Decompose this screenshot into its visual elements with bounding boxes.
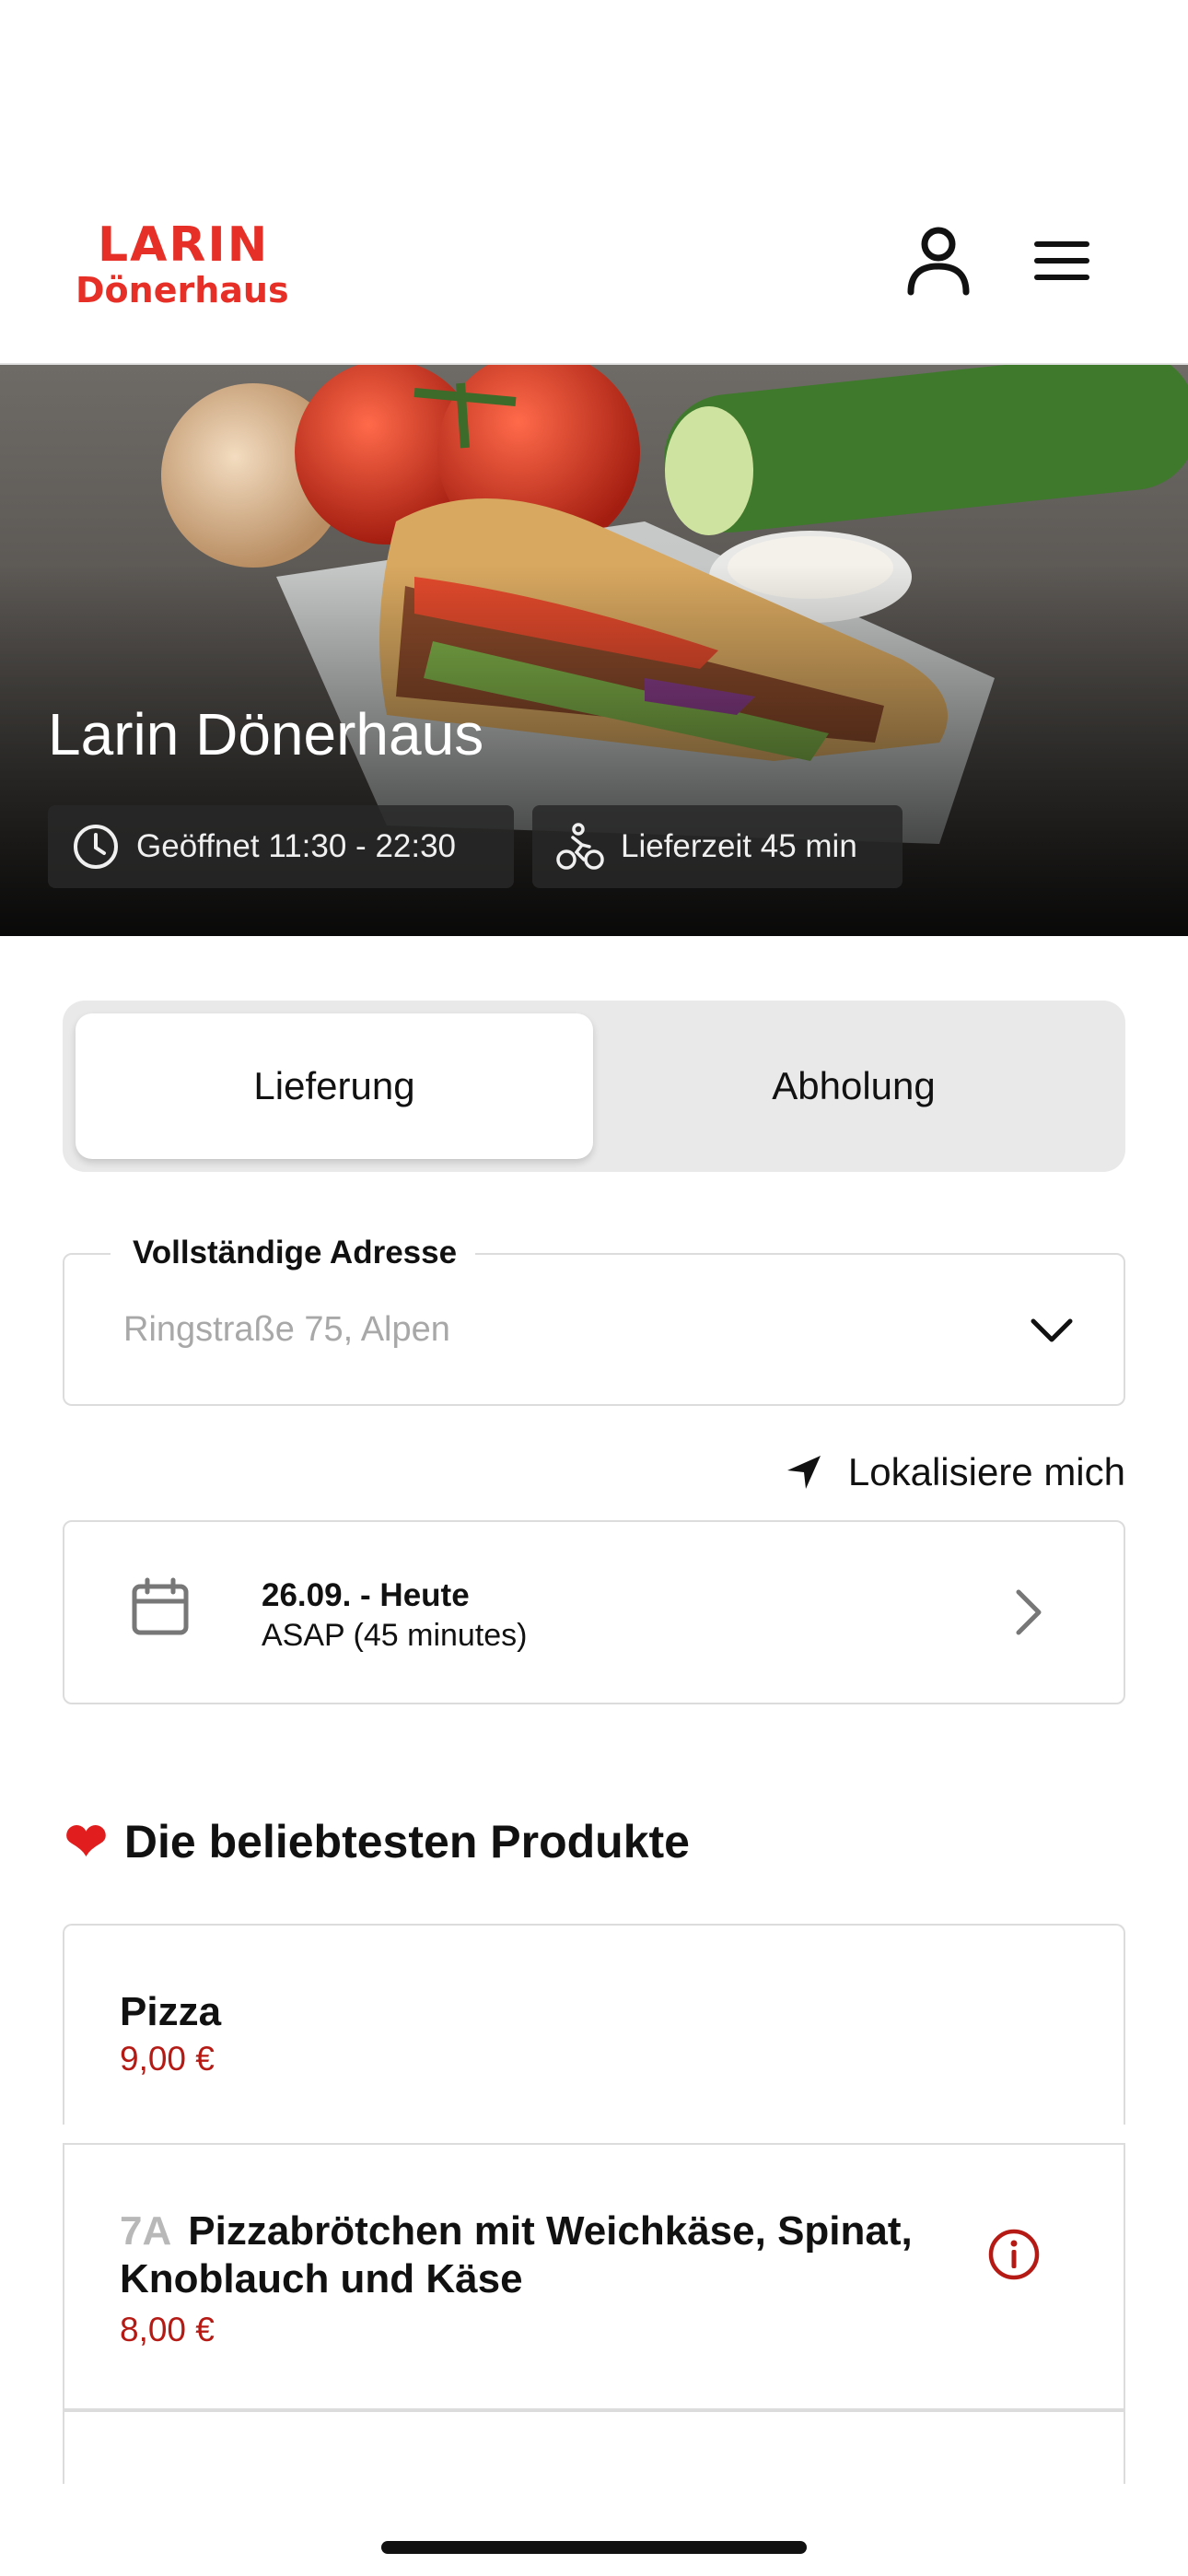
logo-line-1: LARIN [98,217,270,273]
product-card[interactable]: 7A Pizzabrötchen mit Weichkäse, Spinat, K… [63,2143,1125,2410]
tab-delivery[interactable]: Lieferung [76,1013,593,1159]
tab-pickup[interactable]: Abholung [595,1013,1112,1159]
user-icon[interactable] [899,221,978,300]
product-card[interactable]: Pizza 9,00 € [63,1924,1125,2125]
app-header: LARIN Dönerhaus [0,0,1188,365]
address-value[interactable]: Ringstraße 75, Alpen [123,1310,450,1350]
schedule-time: ASAP (45 minutes) [262,1618,528,1653]
schedule-date: 26.09. - Heute [262,1577,470,1613]
home-indicator [381,2541,807,2554]
restaurant-title: Larin Dönerhaus [48,701,484,767]
product-price: 8,00 € [120,2311,215,2348]
chevron-right-icon [1016,1589,1042,1635]
product-card[interactable] [63,2410,1125,2484]
calendar-icon [132,1577,189,1635]
address-label: Vollständige Adresse [111,1235,476,1271]
product-name: Pizzabrötchen mit Weichkäse, Spinat, Kno… [120,2208,913,2301]
location-arrow-icon [786,1456,821,1489]
address-select[interactable]: Vollständige Adresse Ringstraße 75, Alpe… [63,1235,1125,1406]
heart-icon: ❤ [64,1812,108,1870]
menu-icon[interactable] [1022,221,1101,300]
order-mode-toggle: Lieferung Abholung [63,1001,1125,1172]
chevron-down-icon[interactable] [1026,1305,1077,1356]
product-price: 9,00 € [120,2040,215,2078]
opening-hours-badge: Geöffnet 11:30 - 22:30 [48,805,514,888]
schedule-selector[interactable]: 26.09. - Heute ASAP (45 minutes) [63,1520,1125,1704]
clock-icon [74,825,118,869]
logo-line-2: Dönerhaus [76,270,289,310]
product-title: 7A Pizzabrötchen mit Weichkäse, Spinat, K… [120,2207,976,2303]
bike-courier-icon [556,823,604,870]
product-name: Pizza [120,1989,222,2034]
product-code: 7A [120,2208,172,2254]
popular-products-title: Die beliebtesten Produkte [123,1816,690,1868]
locate-me-button[interactable]: Lokalisiere mich [786,1450,1125,1494]
delivery-time-text: Lieferzeit 45 min [621,828,857,864]
opening-hours-text: Geöffnet 11:30 - 22:30 [136,828,457,864]
popular-products-heading: ❤ Die beliebtesten Produkte [64,1815,690,1868]
info-icon[interactable] [987,2228,1041,2281]
brand-logo[interactable]: LARIN Dönerhaus [76,217,289,310]
locate-me-label: Lokalisiere mich [847,1450,1125,1493]
delivery-time-badge: Lieferzeit 45 min [532,805,903,888]
